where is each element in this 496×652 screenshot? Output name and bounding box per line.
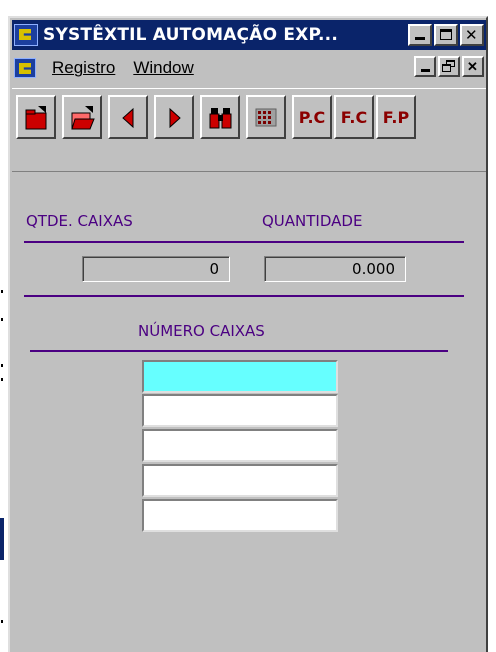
next-button[interactable] <box>154 95 194 139</box>
divider <box>24 241 464 243</box>
fp-button[interactable]: F.P <box>376 95 416 139</box>
edge-mark <box>0 518 4 560</box>
binoculars-icon <box>209 108 232 129</box>
folder-red-icon <box>25 106 47 130</box>
previous-button[interactable] <box>108 95 148 139</box>
title-bar[interactable]: SYSTÊXTIL AUTOMAÇÃO EXP... <box>12 20 486 50</box>
maximize-button[interactable] <box>434 24 458 46</box>
new-record-button[interactable] <box>16 95 56 139</box>
mdi-restore-button[interactable] <box>438 56 460 77</box>
toolbar: P.C F.C F.P <box>12 88 486 172</box>
numero-caixa-row-4[interactable] <box>142 464 338 497</box>
qtde-caixas-label: QTDE. CAIXAS <box>26 212 133 230</box>
app-window: SYSTÊXTIL AUTOMAÇÃO EXP... Registro Wind… <box>8 16 488 652</box>
mdi-minimize-button[interactable] <box>414 56 436 77</box>
open-record-button[interactable] <box>62 95 102 139</box>
arrow-right-icon <box>169 107 181 129</box>
pc-button[interactable]: P.C <box>292 95 332 139</box>
numero-caixa-row-1[interactable] <box>142 360 338 393</box>
edge-mark <box>1 318 3 321</box>
mdi-app-icon[interactable] <box>14 58 36 78</box>
edge-mark <box>1 290 3 293</box>
quantidade-label: QUANTIDADE <box>262 212 363 230</box>
close-button[interactable] <box>460 24 484 46</box>
numero-caixa-row-5[interactable] <box>142 499 338 532</box>
fc-button[interactable]: F.C <box>334 95 374 139</box>
minimize-button[interactable] <box>408 24 432 46</box>
divider <box>24 295 464 297</box>
quantidade-field[interactable]: 0.000 <box>264 256 406 282</box>
arrow-left-icon <box>122 107 134 129</box>
divider <box>30 350 448 352</box>
folder-open-icon <box>71 106 95 130</box>
search-button[interactable] <box>200 95 240 139</box>
qtde-caixas-field[interactable]: 0 <box>82 256 230 282</box>
keyboard-grid-icon <box>255 108 277 127</box>
menu-registro[interactable]: Registro <box>52 58 115 78</box>
window-title: SYSTÊXTIL AUTOMAÇÃO EXP... <box>43 25 338 45</box>
form-area: QTDE. CAIXAS QUANTIDADE 0 0.000 NÚMERO C… <box>12 174 486 650</box>
left-edge-marks <box>0 0 4 652</box>
app-icon[interactable] <box>14 24 38 46</box>
edge-mark <box>1 620 3 623</box>
menu-bar: Registro Window <box>12 52 486 84</box>
mdi-close-button[interactable] <box>462 56 484 77</box>
numero-caixa-row-2[interactable] <box>142 394 338 427</box>
menu-window[interactable]: Window <box>133 58 193 78</box>
edge-mark <box>1 364 3 367</box>
numero-caixas-label: NÚMERO CAIXAS <box>138 322 265 340</box>
numero-caixa-row-3[interactable] <box>142 429 338 462</box>
grid-button[interactable] <box>246 95 286 139</box>
edge-mark <box>1 378 3 381</box>
